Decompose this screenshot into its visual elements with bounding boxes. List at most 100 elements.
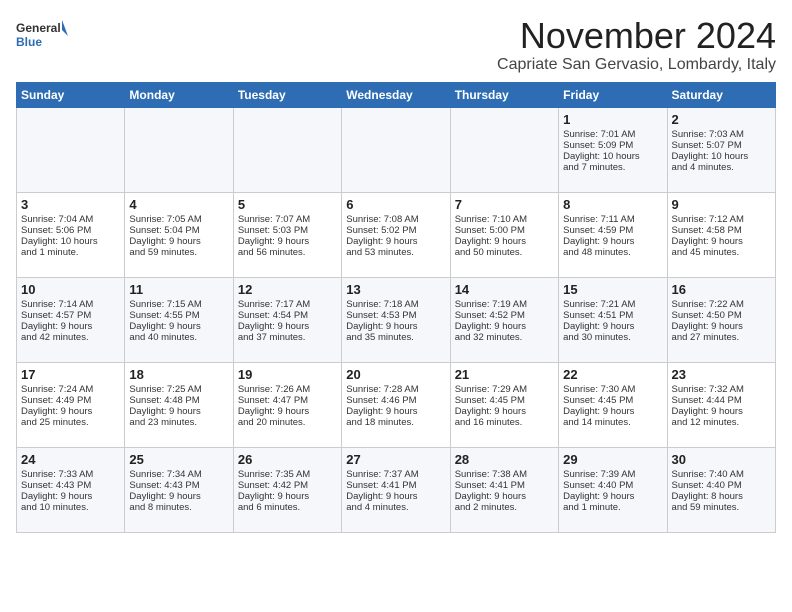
- cell-text: Daylight: 9 hours: [455, 321, 554, 332]
- day-num-17: 17: [21, 367, 120, 382]
- cell-text: Sunset: 4:53 PM: [346, 310, 445, 321]
- cell-text: Daylight: 9 hours: [563, 236, 662, 247]
- cell-text: Sunset: 5:09 PM: [563, 140, 662, 151]
- svg-text:Blue: Blue: [16, 35, 42, 49]
- day-num-27: 27: [346, 452, 445, 467]
- cell-w0-d6: 2Sunrise: 7:03 AMSunset: 5:07 PMDaylight…: [667, 107, 775, 192]
- cell-w0-d3: [342, 107, 450, 192]
- day-num-9: 9: [672, 197, 771, 212]
- cell-w3-d4: 21Sunrise: 7:29 AMSunset: 4:45 PMDayligh…: [450, 362, 558, 447]
- cell-text: Sunset: 4:58 PM: [672, 225, 771, 236]
- header-saturday: Saturday: [667, 82, 775, 107]
- cell-text: Sunset: 4:57 PM: [21, 310, 120, 321]
- day-num-12: 12: [238, 282, 337, 297]
- cell-text: and 1 minute.: [563, 502, 662, 513]
- cell-text: and 42 minutes.: [21, 332, 120, 343]
- day-num-4: 4: [129, 197, 228, 212]
- day-num-30: 30: [672, 452, 771, 467]
- cell-text: and 4 minutes.: [346, 502, 445, 513]
- day-num-25: 25: [129, 452, 228, 467]
- cell-text: Sunrise: 7:38 AM: [455, 469, 554, 480]
- day-num-5: 5: [238, 197, 337, 212]
- cell-text: Daylight: 10 hours: [672, 151, 771, 162]
- cell-text: Daylight: 9 hours: [455, 406, 554, 417]
- cell-text: and 14 minutes.: [563, 417, 662, 428]
- cell-w0-d1: [125, 107, 233, 192]
- cell-w4-d3: 27Sunrise: 7:37 AMSunset: 4:41 PMDayligh…: [342, 447, 450, 532]
- cell-text: Daylight: 9 hours: [672, 406, 771, 417]
- cell-text: Daylight: 9 hours: [672, 236, 771, 247]
- location-title: Capriate San Gervasio, Lombardy, Italy: [497, 56, 776, 74]
- cell-text: Sunrise: 7:37 AM: [346, 469, 445, 480]
- cell-text: and 56 minutes.: [238, 247, 337, 258]
- svg-text:General: General: [16, 21, 61, 35]
- cell-text: and 50 minutes.: [455, 247, 554, 258]
- header-wednesday: Wednesday: [342, 82, 450, 107]
- cell-text: Daylight: 9 hours: [129, 321, 228, 332]
- cell-text: and 10 minutes.: [21, 502, 120, 513]
- cell-text: Sunrise: 7:19 AM: [455, 299, 554, 310]
- cell-text: Sunrise: 7:30 AM: [563, 384, 662, 395]
- cell-text: and 32 minutes.: [455, 332, 554, 343]
- cell-text: Daylight: 8 hours: [672, 491, 771, 502]
- cell-text: and 30 minutes.: [563, 332, 662, 343]
- cell-text: Daylight: 9 hours: [346, 236, 445, 247]
- day-num-29: 29: [563, 452, 662, 467]
- cell-text: Sunrise: 7:21 AM: [563, 299, 662, 310]
- cell-text: Sunset: 4:55 PM: [129, 310, 228, 321]
- cell-text: Sunrise: 7:12 AM: [672, 214, 771, 225]
- cell-text: Sunset: 5:07 PM: [672, 140, 771, 151]
- cell-w0-d0: [17, 107, 125, 192]
- cell-text: Sunset: 5:02 PM: [346, 225, 445, 236]
- cell-text: Daylight: 9 hours: [238, 321, 337, 332]
- cell-text: and 35 minutes.: [346, 332, 445, 343]
- cell-text: Sunrise: 7:24 AM: [21, 384, 120, 395]
- day-num-21: 21: [455, 367, 554, 382]
- logo: General Blue: [16, 16, 68, 56]
- cell-text: Daylight: 9 hours: [455, 491, 554, 502]
- cell-text: Daylight: 9 hours: [129, 236, 228, 247]
- cell-text: Sunrise: 7:32 AM: [672, 384, 771, 395]
- day-num-14: 14: [455, 282, 554, 297]
- day-num-10: 10: [21, 282, 120, 297]
- cell-text: Sunset: 4:41 PM: [346, 480, 445, 491]
- cell-text: and 45 minutes.: [672, 247, 771, 258]
- cell-w4-d6: 30 Sunrise: 7:40 AMSunset: 4:40 PMDayligh…: [667, 447, 775, 532]
- cell-text: Sunset: 4:43 PM: [21, 480, 120, 491]
- cell-text: and 4 minutes.: [672, 162, 771, 173]
- cell-text: Sunrise: 7:08 AM: [346, 214, 445, 225]
- cell-text: Sunrise: 7:11 AM: [563, 214, 662, 225]
- cell-text: and 8 minutes.: [129, 502, 228, 513]
- cell-text: and 6 minutes.: [238, 502, 337, 513]
- cell-text: Sunrise: 7:40 AM: [672, 469, 771, 480]
- day-num-28: 28: [455, 452, 554, 467]
- cell-text: and 37 minutes.: [238, 332, 337, 343]
- cell-text: Sunrise: 7:35 AM: [238, 469, 337, 480]
- cell-text: Sunrise: 7:33 AM: [21, 469, 120, 480]
- cell-text: and 40 minutes.: [129, 332, 228, 343]
- cell-text: and 53 minutes.: [346, 247, 445, 258]
- day-num-26: 26: [238, 452, 337, 467]
- cell-text: Sunset: 4:46 PM: [346, 395, 445, 406]
- day-num-2: 2: [672, 112, 771, 127]
- cell-text: Sunrise: 7:15 AM: [129, 299, 228, 310]
- day-num-16: 16: [672, 282, 771, 297]
- cell-text: Sunrise: 7:07 AM: [238, 214, 337, 225]
- cell-text: Sunset: 4:40 PM: [672, 480, 771, 491]
- cell-text: Sunset: 4:51 PM: [563, 310, 662, 321]
- cell-text: Daylight: 9 hours: [21, 321, 120, 332]
- day-num-19: 19: [238, 367, 337, 382]
- cell-text: and 48 minutes.: [563, 247, 662, 258]
- day-num-13: 13: [346, 282, 445, 297]
- logo-svg: General Blue: [16, 16, 68, 56]
- cell-text: Sunset: 4:45 PM: [563, 395, 662, 406]
- cell-w4-d2: 26Sunrise: 7:35 AMSunset: 4:42 PMDayligh…: [233, 447, 341, 532]
- cell-text: Daylight: 9 hours: [238, 491, 337, 502]
- cell-text: Sunset: 4:44 PM: [672, 395, 771, 406]
- cell-text: Daylight: 9 hours: [563, 491, 662, 502]
- day-num-22: 22: [563, 367, 662, 382]
- cell-w3-d0: 17Sunrise: 7:24 AMSunset: 4:49 PMDayligh…: [17, 362, 125, 447]
- cell-text: and 2 minutes.: [455, 502, 554, 513]
- cell-w2-d3: 13Sunrise: 7:18 AMSunset: 4:53 PMDayligh…: [342, 277, 450, 362]
- cell-w3-d6: 23Sunrise: 7:32 AMSunset: 4:44 PMDayligh…: [667, 362, 775, 447]
